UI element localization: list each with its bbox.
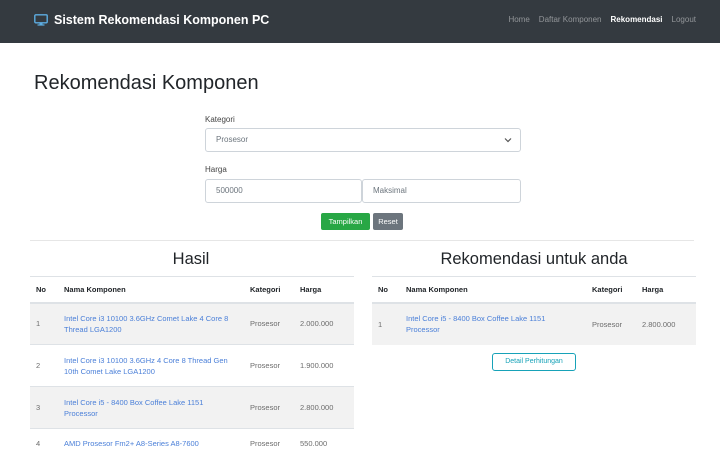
harga-max-input[interactable]: Maksimal [362, 179, 521, 203]
monitor-icon [34, 14, 48, 26]
detail-perhitungan-button[interactable]: Detail Perhitungan [492, 353, 576, 371]
cell-harga: 2.800.000 [636, 302, 696, 345]
harga-max-placeholder: Maksimal [373, 186, 407, 195]
cell-harga: 1.900.000 [294, 344, 354, 387]
nav-logout[interactable]: Logout [672, 15, 696, 24]
cell-kategori: Prosesor [244, 386, 294, 429]
kategori-select[interactable]: Prosesor [205, 128, 521, 152]
table-header-row: No Nama Komponen Kategori Harga [372, 276, 696, 304]
column-header-kategori: Kategori [244, 276, 294, 304]
table-row: 3 Intel Core i5 - 8400 Box Coffee Lake 1… [30, 386, 354, 429]
kategori-label: Kategori [205, 115, 235, 124]
nav-links: Home Daftar Komponen Rekomendasi Logout [508, 15, 696, 24]
cell-nama-link[interactable]: Intel Core i3 10100 3.6GHz Comet Lake 4 … [58, 302, 244, 345]
column-header-nama: Nama Komponen [400, 276, 586, 304]
cell-kategori: Prosesor [244, 302, 294, 345]
cell-no: 3 [30, 386, 58, 429]
cell-kategori: Prosesor [586, 302, 636, 345]
table-row: 1 Intel Core i3 10100 3.6GHz Comet Lake … [30, 302, 354, 345]
column-header-no: No [30, 276, 58, 304]
cell-nama-link[interactable]: Intel Core i5 - 8400 Box Coffee Lake 115… [58, 386, 244, 429]
tampilkan-button[interactable]: Tampilkan [321, 213, 370, 230]
cell-no: 4 [30, 428, 58, 450]
harga-min-input[interactable]: 500000 [205, 179, 362, 203]
cell-no: 1 [372, 302, 400, 345]
table-header-row: No Nama Komponen Kategori Harga [30, 276, 354, 304]
column-header-nama: Nama Komponen [58, 276, 244, 304]
hasil-table: No Nama Komponen Kategori Harga 1 Intel … [30, 276, 354, 450]
nav-daftar-komponen[interactable]: Daftar Komponen [539, 15, 602, 24]
navbar: Sistem Rekomendasi Komponen PC Home Daft… [0, 0, 720, 43]
cell-nama-link[interactable]: Intel Core i5 - 8400 Box Coffee Lake 115… [400, 302, 586, 345]
cell-kategori: Prosesor [244, 428, 294, 450]
nav-rekomendasi[interactable]: Rekomendasi [611, 15, 663, 24]
reset-button[interactable]: Reset [373, 213, 403, 230]
chevron-down-icon [504, 138, 512, 143]
harga-label: Harga [205, 165, 227, 174]
cell-nama-link[interactable]: Intel Core i3 10100 3.6GHz 4 Core 8 Thre… [58, 344, 244, 387]
table-row: 2 Intel Core i3 10100 3.6GHz 4 Core 8 Th… [30, 344, 354, 387]
hasil-title: Hasil [172, 250, 210, 268]
rekomendasi-table: No Nama Komponen Kategori Harga 1 Intel … [372, 276, 696, 345]
harga-min-value: 500000 [216, 186, 243, 195]
cell-no: 1 [30, 302, 58, 345]
table-row: 1 Intel Core i5 - 8400 Box Coffee Lake 1… [372, 302, 696, 345]
cell-harga: 2.000.000 [294, 302, 354, 345]
cell-nama-link[interactable]: AMD Prosesor Fm2+ A8-Series A8-7600 [58, 428, 244, 450]
nav-home[interactable]: Home [508, 15, 529, 24]
brand-text: Sistem Rekomendasi Komponen PC [54, 13, 270, 27]
column-header-harga: Harga [636, 276, 696, 304]
page-title: Rekomendasi Komponen [34, 72, 259, 94]
column-header-kategori: Kategori [586, 276, 636, 304]
cell-kategori: Prosesor [244, 344, 294, 387]
rekomendasi-title: Rekomendasi untuk anda [440, 250, 628, 268]
cell-harga: 550.000 [294, 428, 354, 450]
table-row: 4 AMD Prosesor Fm2+ A8-Series A8-7600 Pr… [30, 428, 354, 450]
column-header-no: No [372, 276, 400, 304]
column-header-harga: Harga [294, 276, 354, 304]
cell-harga: 2.800.000 [294, 386, 354, 429]
navbar-brand[interactable]: Sistem Rekomendasi Komponen PC [34, 13, 269, 27]
cell-no: 2 [30, 344, 58, 387]
kategori-select-value: Prosesor [216, 135, 249, 144]
divider [30, 240, 694, 241]
